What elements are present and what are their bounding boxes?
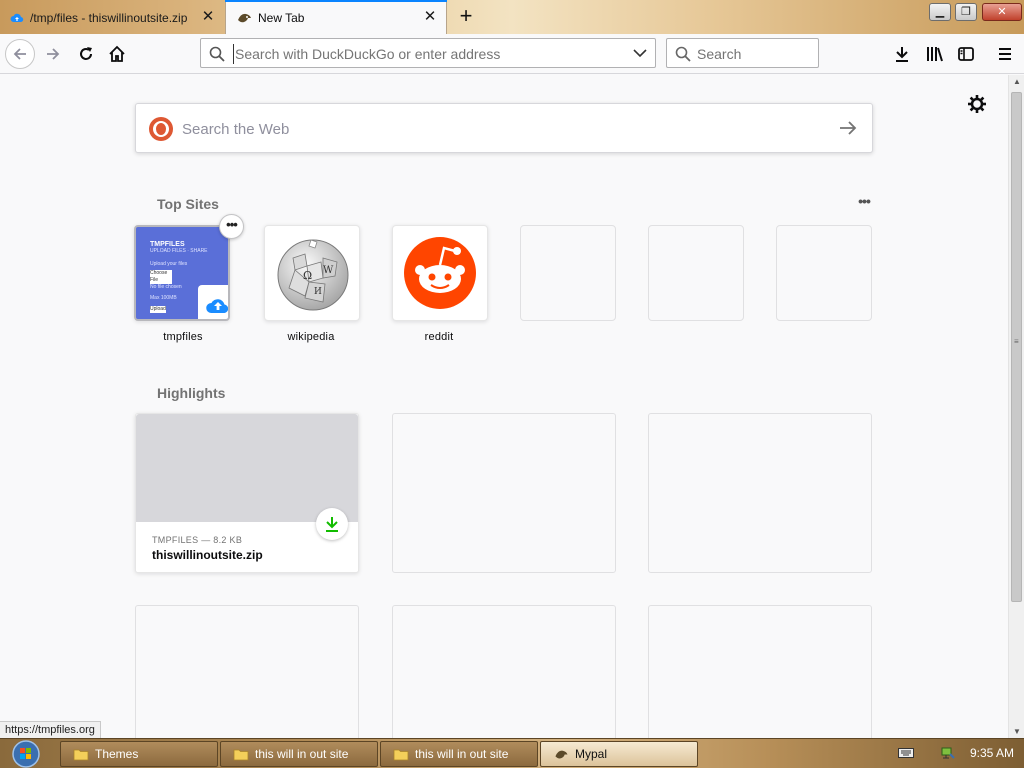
chevron-down-icon[interactable] — [633, 48, 647, 58]
arrow-right-icon[interactable] — [838, 119, 858, 137]
sidebar-icon — [958, 47, 974, 61]
highlights-heading: Highlights — [157, 385, 226, 401]
highlight-placeholder — [648, 413, 872, 573]
restore-button[interactable]: ❐ — [955, 3, 977, 21]
taskbar-item-label: this will in out site — [415, 747, 509, 761]
scrollbar-thumb[interactable] — [1011, 92, 1022, 602]
tab-strip: /tmp/files - thiswillinoutsite.zip ✕ New… — [0, 0, 1024, 34]
address-input[interactable] — [233, 44, 623, 64]
keyboard-icon[interactable] — [898, 747, 914, 759]
close-tab-icon[interactable]: ✕ — [200, 9, 216, 25]
scroll-up-icon[interactable]: ▲ — [1013, 77, 1021, 86]
taskbar-item[interactable]: Mypal — [540, 741, 698, 767]
top-site-label[interactable]: wikipedia — [256, 331, 366, 343]
reload-icon — [80, 47, 92, 60]
home-button[interactable] — [102, 39, 132, 69]
taskbar-item-label: Mypal — [575, 747, 608, 761]
web-search-box[interactable] — [135, 103, 873, 153]
card-thumbnail — [136, 414, 358, 522]
menu-button[interactable] — [990, 39, 1020, 69]
tab-tmpfiles[interactable]: /tmp/files - thiswillinoutsite.zip ✕ — [0, 1, 224, 34]
web-search-input[interactable] — [182, 118, 802, 140]
top-site-placeholder — [648, 225, 744, 321]
search-icon — [675, 46, 691, 62]
cloud-upload-icon — [10, 13, 24, 22]
top-sites-menu-button[interactable]: ••• — [854, 193, 874, 209]
top-site-label[interactable]: reddit — [384, 331, 494, 343]
library-icon — [927, 47, 943, 62]
clock[interactable]: 9:35 AM — [962, 746, 1022, 760]
top-site-tile-tmpfiles[interactable]: TMPFILES UPLOAD FILES · SHARE Upload you… — [134, 225, 230, 321]
search-bar[interactable] — [666, 38, 819, 68]
folder-icon — [73, 749, 89, 760]
download-icon — [316, 508, 348, 540]
svg-text:W: W — [323, 265, 334, 276]
new-tab-page: Top Sites ••• TMPFILES UPLOAD FILES · SH… — [0, 75, 1008, 738]
search-icon — [209, 46, 225, 62]
taskbar: Themes this will in out site this will i… — [0, 738, 1024, 768]
close-tab-icon[interactable]: ✕ — [422, 9, 438, 25]
tab-label: New Tab — [258, 10, 305, 25]
download-icon — [896, 47, 908, 62]
taskbar-item-label: Themes — [95, 747, 139, 761]
mypal-icon — [555, 750, 568, 758]
back-button[interactable] — [5, 39, 35, 69]
taskbar-item[interactable]: Themes — [60, 741, 218, 767]
taskbar-item-label: this will in out site — [255, 747, 349, 761]
wikipedia-globe-icon: Ω W И — [277, 239, 349, 311]
hamburger-menu-icon — [999, 48, 1011, 60]
top-site-placeholder — [776, 225, 872, 321]
forward-button[interactable] — [38, 39, 68, 69]
windows-start-icon — [12, 740, 40, 768]
network-icon[interactable] — [940, 745, 956, 761]
svg-text:Ω: Ω — [303, 269, 312, 282]
sidebar-button[interactable] — [951, 39, 981, 69]
tile-context-menu-button[interactable]: ••• — [219, 214, 244, 239]
highlight-placeholder — [392, 413, 616, 573]
arrow-right-icon — [47, 48, 60, 60]
cloud-upload-icon — [198, 285, 228, 319]
svg-text:И: И — [314, 287, 322, 297]
highlight-card[interactable]: TMPFILES — 8.2 KB thiswillinoutsite.zip — [135, 413, 359, 573]
grip-icon: ≡ — [1014, 337, 1019, 346]
top-site-tile-wikipedia[interactable]: Ω W И — [264, 225, 360, 321]
top-site-placeholder — [520, 225, 616, 321]
mypal-icon — [236, 11, 252, 25]
search-input[interactable] — [697, 44, 812, 64]
minimize-button[interactable]: ▁ — [929, 3, 951, 21]
folder-icon — [393, 749, 409, 760]
status-url: https://tmpfiles.org — [0, 721, 101, 738]
taskbar-item[interactable]: this will in out site — [220, 741, 378, 767]
highlight-placeholder — [392, 605, 616, 738]
folder-icon — [233, 749, 249, 760]
highlight-placeholder — [648, 605, 872, 738]
reload-button[interactable] — [71, 39, 101, 69]
top-sites-heading: Top Sites — [157, 196, 219, 212]
start-button[interactable] — [4, 740, 44, 768]
home-icon — [109, 45, 125, 62]
card-source: TMPFILES — 8.2 KB — [152, 535, 243, 545]
new-tab-button[interactable]: + — [455, 5, 477, 28]
highlight-placeholder — [135, 605, 359, 738]
navigation-toolbar — [0, 34, 1024, 74]
settings-button[interactable] — [967, 94, 987, 114]
card-title: thiswillinoutsite.zip — [152, 548, 263, 562]
top-site-label[interactable]: tmpfiles — [128, 331, 238, 343]
tab-new-tab[interactable]: New Tab ✕ — [225, 0, 447, 34]
close-window-button[interactable]: ✕ — [982, 3, 1022, 21]
address-bar[interactable] — [200, 38, 656, 68]
gear-icon — [968, 95, 986, 113]
page-scrollbar[interactable]: ▲ ≡ ▼ — [1008, 75, 1024, 738]
scroll-down-icon[interactable]: ▼ — [1013, 727, 1021, 736]
downloads-button[interactable] — [887, 39, 917, 69]
library-button[interactable] — [920, 39, 950, 69]
arrow-left-icon — [13, 48, 26, 60]
top-site-tile-reddit[interactable] — [392, 225, 488, 321]
reddit-alien-icon — [404, 237, 476, 309]
tab-label: /tmp/files - thiswillinoutsite.zip — [30, 10, 188, 25]
duckduckgo-icon — [149, 117, 173, 141]
taskbar-item[interactable]: this will in out site — [380, 741, 538, 767]
